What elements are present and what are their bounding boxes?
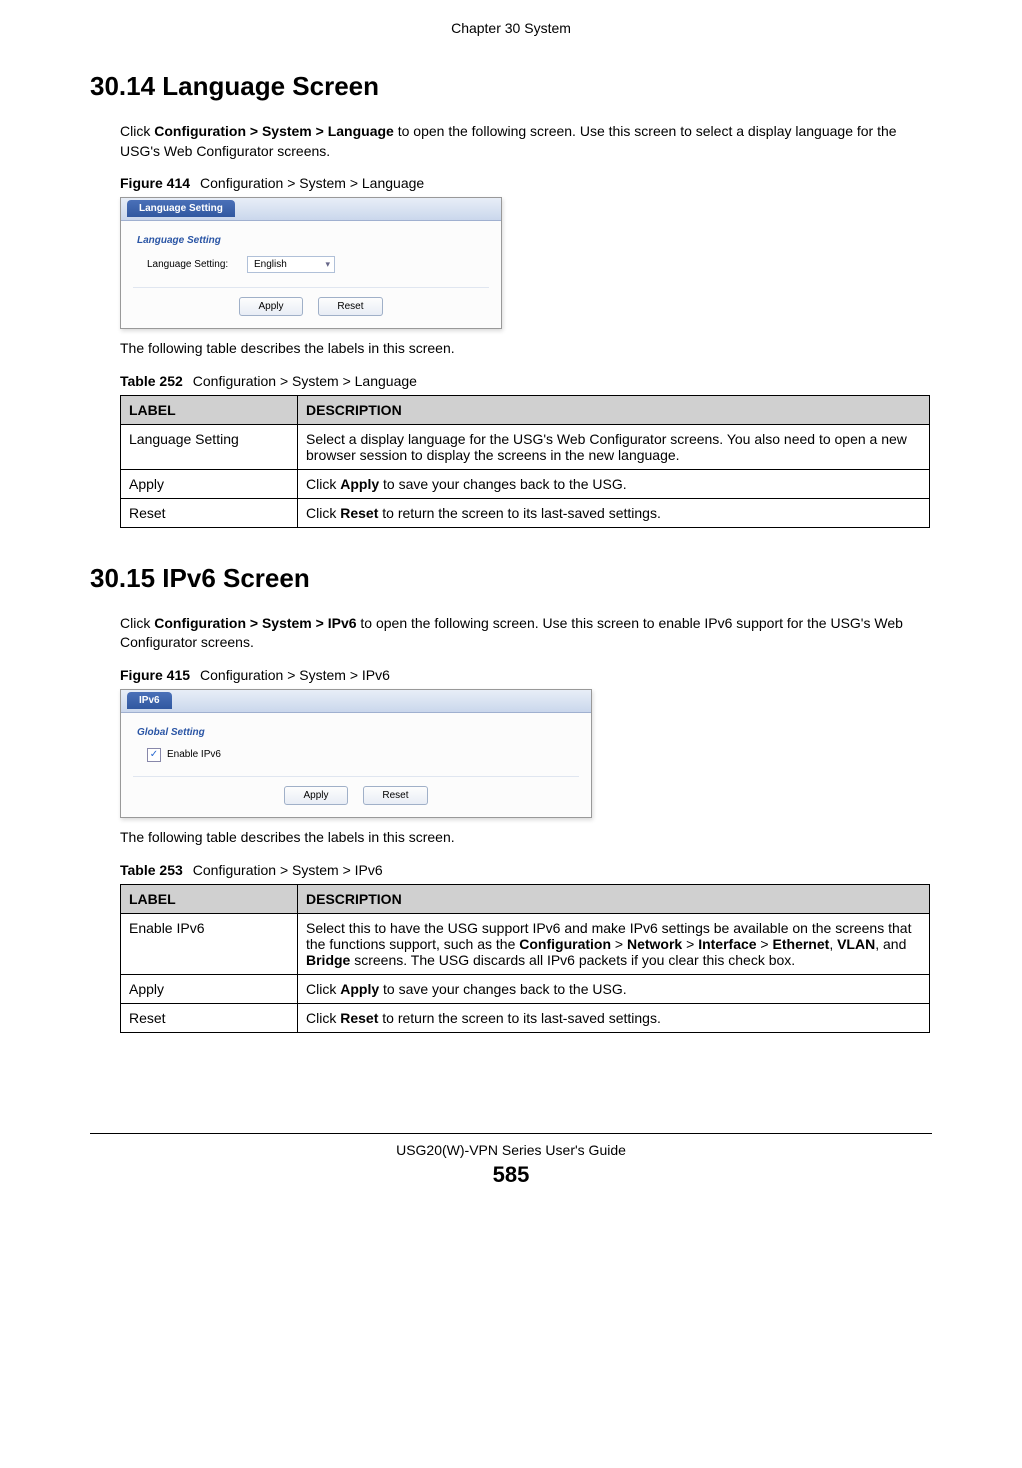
table-252: LABEL DESCRIPTION Language Setting Selec… — [120, 395, 930, 528]
figure-caption-text-414: Configuration > System > Language — [200, 175, 424, 191]
ss415-apply-button[interactable]: Apply — [284, 786, 347, 805]
table-253: LABEL DESCRIPTION Enable IPv6 Select thi… — [120, 884, 930, 1033]
ss415-checkbox-label: Enable IPv6 — [167, 749, 221, 760]
cell-label: Language Setting — [121, 424, 298, 469]
d-b1: Configuration — [519, 936, 611, 952]
footer-rule — [90, 1133, 932, 1134]
d-pre: Click — [306, 476, 340, 492]
intro-3014-pre: Click — [120, 123, 154, 139]
d-post: to save your changes back to the USG. — [379, 476, 626, 492]
ss415-tab[interactable]: IPv6 — [127, 692, 172, 709]
intro-3015-bold: Configuration > System > IPv6 — [154, 615, 356, 631]
section-heading-3014: 30.14 Language Screen — [90, 71, 932, 102]
page-footer: USG20(W)-VPN Series User's Guide 585 — [0, 1142, 1022, 1188]
table-caption-253: Table 253 Configuration > System > IPv6 — [120, 862, 932, 878]
table-row: Apply Click Apply to save your changes b… — [121, 469, 930, 498]
cell-label: Reset — [121, 498, 298, 527]
post-figure-text-414: The following table describes the labels… — [120, 339, 932, 359]
table-row: Language Setting Select a display langua… — [121, 424, 930, 469]
d-post: screens. The USG discards all IPv6 packe… — [350, 952, 795, 968]
table-caption-252: Table 252 Configuration > System > Langua… — [120, 373, 932, 389]
table-label-253: Table 253 — [120, 862, 183, 878]
figure-415-screenshot: IPv6 Global Setting ✓ Enable IPv6 Apply … — [120, 689, 592, 818]
cell-desc: Click Reset to return the screen to its … — [298, 498, 930, 527]
intro-3014: Click Configuration > System > Language … — [120, 122, 932, 161]
d-bold: Apply — [340, 981, 379, 997]
ss414-section-title: Language Setting — [137, 235, 489, 246]
cell-label: Enable IPv6 — [121, 913, 298, 974]
d-b6: Bridge — [306, 952, 350, 968]
table-label-252: Table 252 — [120, 373, 183, 389]
th-desc-252: DESCRIPTION — [298, 395, 930, 424]
ss414-tab[interactable]: Language Setting — [127, 200, 235, 217]
d-post: to save your changes back to the USG. — [379, 981, 626, 997]
d-pre: Click — [306, 1010, 340, 1026]
d-m5: , and — [875, 936, 906, 952]
cell-label: Apply — [121, 469, 298, 498]
post-figure-text-415: The following table describes the labels… — [120, 828, 932, 848]
ss414-reset-button[interactable]: Reset — [318, 297, 382, 316]
d-m1: > — [611, 936, 627, 952]
ss414-apply-button[interactable]: Apply — [239, 297, 302, 316]
d-post: to return the screen to its last-saved s… — [378, 505, 660, 521]
table-row: Enable IPv6 Select this to have the USG … — [121, 913, 930, 974]
figure-caption-text-415: Configuration > System > IPv6 — [200, 667, 390, 683]
cell-desc: Select this to have the USG support IPv6… — [298, 913, 930, 974]
intro-3015: Click Configuration > System > IPv6 to o… — [120, 614, 932, 653]
ss414-field-label: Language Setting: — [147, 259, 247, 270]
ss415-reset-button[interactable]: Reset — [363, 786, 427, 805]
ss414-tabrow: Language Setting — [121, 198, 501, 221]
cell-desc: Click Apply to save your changes back to… — [298, 469, 930, 498]
cell-desc: Click Apply to save your changes back to… — [298, 974, 930, 1003]
th-label-252: LABEL — [121, 395, 298, 424]
d-m3: > — [757, 936, 773, 952]
d-m2: > — [682, 936, 698, 952]
d-b4: Ethernet — [773, 936, 830, 952]
chapter-header: Chapter 30 System — [90, 20, 932, 36]
table-caption-text-253: Configuration > System > IPv6 — [193, 862, 383, 878]
cell-label: Reset — [121, 1003, 298, 1032]
footer-page-number: 585 — [0, 1162, 1022, 1188]
d-bold: Apply — [340, 476, 379, 492]
section-heading-3015: 30.15 IPv6 Screen — [90, 563, 932, 594]
d-bold: Reset — [340, 505, 378, 521]
table-caption-text-252: Configuration > System > Language — [193, 373, 417, 389]
cell-desc: Click Reset to return the screen to its … — [298, 1003, 930, 1032]
ss414-language-select[interactable]: English — [247, 256, 335, 273]
d-m4: , — [829, 936, 837, 952]
figure-caption-415: Figure 415 Configuration > System > IPv6 — [120, 667, 932, 683]
cell-desc: Select a display language for the USG's … — [298, 424, 930, 469]
figure-caption-414: Figure 414 Configuration > System > Langu… — [120, 175, 932, 191]
d-post: to return the screen to its last-saved s… — [378, 1010, 660, 1026]
figure-414-screenshot: Language Setting Language Setting Langua… — [120, 197, 502, 329]
d-b3: Interface — [698, 936, 756, 952]
d-b5: VLAN — [837, 936, 875, 952]
th-label-253: LABEL — [121, 884, 298, 913]
d-bold: Reset — [340, 1010, 378, 1026]
ss415-section-title: Global Setting — [137, 727, 579, 738]
intro-3014-bold: Configuration > System > Language — [154, 123, 394, 139]
intro-3015-pre: Click — [120, 615, 154, 631]
d-pre: Click — [306, 505, 340, 521]
d-pre: Click — [306, 981, 340, 997]
ss415-tabrow: IPv6 — [121, 690, 591, 713]
ss415-enable-ipv6-checkbox[interactable]: ✓ — [147, 748, 161, 762]
d-b2: Network — [627, 936, 682, 952]
cell-label: Apply — [121, 974, 298, 1003]
table-row: Reset Click Reset to return the screen t… — [121, 1003, 930, 1032]
table-row: Apply Click Apply to save your changes b… — [121, 974, 930, 1003]
figure-label-415: Figure 415 — [120, 667, 190, 683]
th-desc-253: DESCRIPTION — [298, 884, 930, 913]
table-row: Reset Click Reset to return the screen t… — [121, 498, 930, 527]
footer-guide: USG20(W)-VPN Series User's Guide — [0, 1142, 1022, 1158]
check-icon: ✓ — [150, 750, 158, 760]
figure-label-414: Figure 414 — [120, 175, 190, 191]
